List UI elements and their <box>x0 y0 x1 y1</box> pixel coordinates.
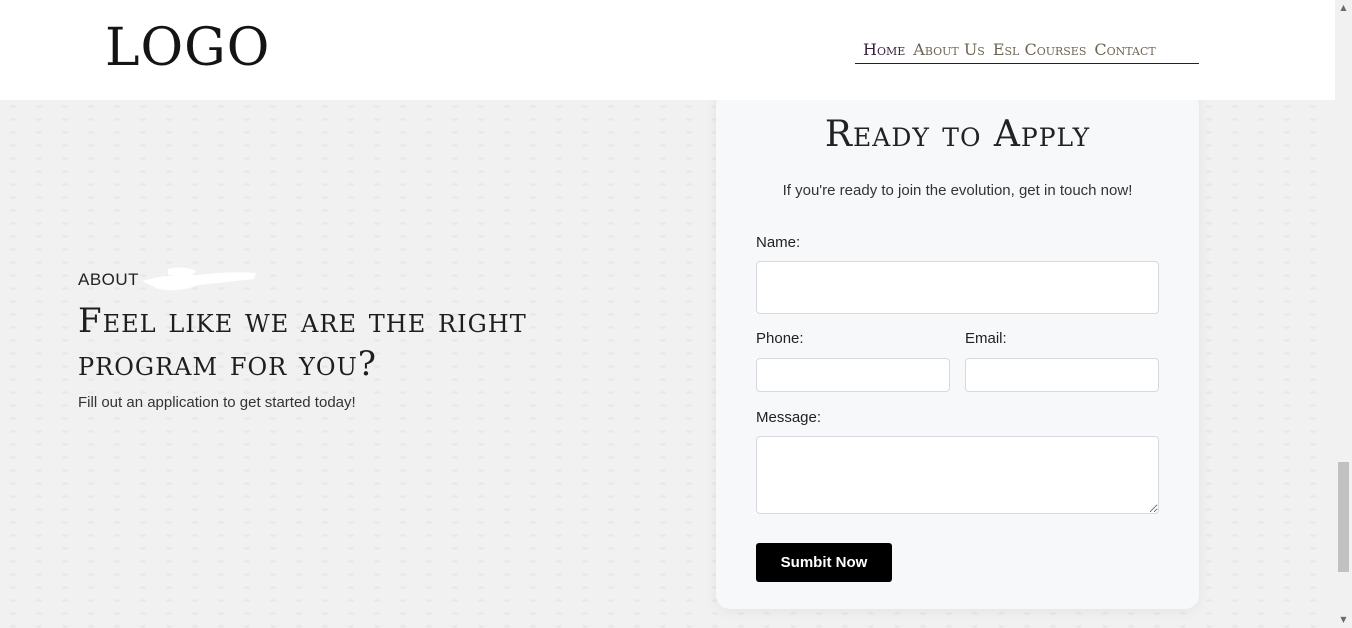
application-form-card: Ready to Apply If you're ready to join t… <box>716 92 1199 609</box>
nav-esl-courses[interactable]: Esl Courses <box>993 38 1087 62</box>
scroll-thumb[interactable] <box>1338 462 1349 572</box>
intro-headline: Feel like we are the right program for y… <box>78 301 527 384</box>
email-label: Email: <box>965 330 1007 347</box>
email-input[interactable] <box>965 358 1159 392</box>
site-header: LOGO Home About Us Esl Courses Contact <box>0 0 1335 100</box>
main-nav: Home About Us Esl Courses Contact <box>855 38 1199 64</box>
form-subtitle: If you're ready to join the evolution, g… <box>782 182 1133 199</box>
section-eyebrow: ABOUT <box>78 270 140 289</box>
site-logo[interactable]: LOGO <box>105 18 270 78</box>
message-textarea[interactable] <box>756 436 1159 514</box>
scroll-down-icon[interactable]: ▼ <box>1338 615 1349 625</box>
nav-about-us[interactable]: About Us <box>913 38 985 62</box>
phone-label: Phone: <box>756 330 804 347</box>
scrollbar[interactable]: ▲ ▼ <box>1335 0 1352 628</box>
message-label: Message: <box>756 409 822 426</box>
redaction-mark <box>142 267 256 291</box>
name-label: Name: <box>756 234 801 251</box>
intro-subtext: Fill out an application to get started t… <box>78 394 356 411</box>
name-input[interactable] <box>756 261 1159 314</box>
phone-input[interactable] <box>756 358 950 392</box>
submit-button[interactable]: Sumbit Now <box>756 543 892 582</box>
nav-contact[interactable]: Contact <box>1094 38 1155 62</box>
nav-home[interactable]: Home <box>863 38 905 62</box>
form-title: Ready to Apply <box>824 114 1091 155</box>
scroll-up-icon[interactable]: ▲ <box>1338 3 1349 13</box>
